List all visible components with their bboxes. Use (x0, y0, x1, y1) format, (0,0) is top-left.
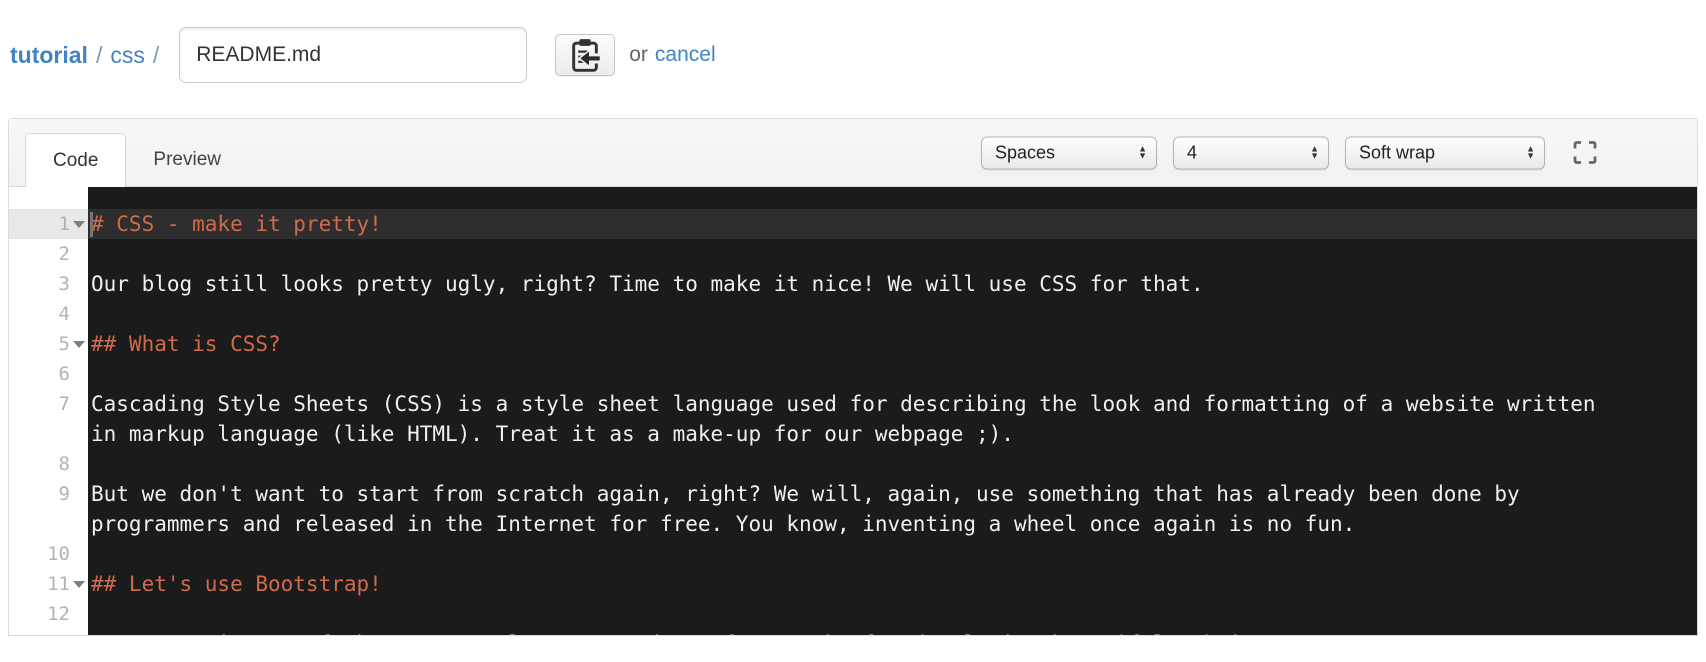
line-gutter[interactable]: 12 (9, 599, 88, 629)
editor-line: 3 Our blog still looks pretty ugly, righ… (9, 269, 1697, 299)
line-number[interactable]: 9 (59, 483, 70, 505)
code-line[interactable]: # CSS - make it pretty! (88, 209, 1697, 239)
editor-top-padding (9, 187, 1697, 209)
line-gutter[interactable]: 10 (9, 539, 88, 569)
line-number[interactable]: 7 (59, 393, 70, 415)
code-line[interactable]: Cascading Style Sheets (CSS) is a style … (88, 389, 1697, 449)
editor-line: 7 Cascading Style Sheets (CSS) is a styl… (9, 389, 1697, 449)
fold-arrow-icon[interactable] (73, 341, 85, 348)
line-gutter[interactable]: 8 (9, 449, 88, 479)
copy-path-button[interactable] (555, 34, 616, 76)
line-gutter[interactable]: 9 (9, 479, 88, 539)
breadcrumb-separator: / (95, 41, 103, 68)
line-gutter[interactable]: 13 (9, 629, 88, 635)
indent-mode-select[interactable]: Spaces ▲ ▼ (981, 136, 1157, 169)
code-line[interactable] (88, 239, 1697, 269)
line-gutter[interactable]: 7 (9, 389, 88, 449)
wrap-mode-select[interactable]: Soft wrap ▲ ▼ (1345, 136, 1545, 169)
editor-tabbar: Code Preview Spaces ▲ ▼ 4 ▲ ▼ Soft wrap ▲ ▼ (9, 119, 1697, 187)
code-line[interactable]: Bootstrap is one of the most popular HTM… (88, 629, 1697, 635)
editor-line: 8 (9, 449, 1697, 479)
breadcrumb-dir-link[interactable]: css (110, 42, 145, 69)
editor-line: 12 (9, 599, 1697, 629)
up-down-arrows-icon: ▲ ▼ (1138, 143, 1147, 161)
line-gutter[interactable]: 5 (9, 329, 88, 359)
line-number[interactable]: 5 (59, 333, 70, 355)
screen-full-icon (1571, 139, 1599, 167)
line-number[interactable]: 11 (47, 573, 70, 595)
line-number[interactable]: 3 (59, 273, 70, 295)
editor-line: 2 (9, 239, 1697, 269)
or-text: or (629, 43, 648, 66)
line-gutter[interactable]: 6 (9, 359, 88, 389)
line-number[interactable]: 12 (47, 603, 70, 625)
code-line[interactable]: But we don't want to start from scratch … (88, 479, 1697, 539)
fullscreen-button[interactable] (1569, 137, 1601, 169)
code-line[interactable]: ## Let's use Bootstrap! (88, 569, 1697, 599)
editor-lines: 1 # CSS - make it pretty! 2 3 Our blog s… (9, 187, 1697, 635)
cancel-link[interactable]: cancel (655, 43, 716, 67)
editor-line: 13 Bootstrap is one of the most popular … (9, 629, 1697, 635)
filename-input[interactable] (179, 27, 528, 83)
indent-size-value: 4 (1187, 142, 1198, 162)
code-text: ## Let's use Bootstrap! (91, 572, 382, 596)
tab-code[interactable]: Code (25, 133, 127, 187)
breadcrumb-repo-link[interactable]: tutorial (10, 42, 88, 69)
code-line[interactable]: Our blog still looks pretty ugly, right?… (88, 269, 1697, 299)
code-text: Bootstrap is one of the most popular HTM… (91, 629, 1608, 635)
code-line[interactable] (88, 359, 1697, 389)
line-number[interactable]: 10 (47, 543, 70, 565)
file-editor-panel: Code Preview Spaces ▲ ▼ 4 ▲ ▼ Soft wrap ▲ ▼ (8, 118, 1698, 636)
editor-line: 9 But we don't want to start from scratc… (9, 479, 1697, 539)
code-line[interactable] (88, 539, 1697, 569)
code-text: # CSS - make it pretty! (91, 212, 382, 236)
clipboard-arrow-icon (570, 38, 600, 72)
fold-arrow-icon[interactable] (73, 221, 85, 228)
code-text: Cascading Style Sheets (CSS) is a style … (91, 392, 1609, 446)
line-number[interactable]: 1 (59, 213, 70, 235)
up-down-arrows-icon: ▲ ▼ (1526, 143, 1535, 161)
line-gutter[interactable]: 11 (9, 569, 88, 599)
up-down-arrows-icon: ▲ ▼ (1310, 143, 1319, 161)
editor-line: 11 ## Let's use Bootstrap! (9, 569, 1697, 599)
line-number[interactable]: 6 (59, 363, 70, 385)
wrap-mode-value: Soft wrap (1359, 142, 1436, 162)
line-gutter[interactable]: 4 (9, 299, 88, 329)
editor-line: 10 (9, 539, 1697, 569)
code-line[interactable] (88, 599, 1697, 629)
indent-mode-value: Spaces (995, 142, 1056, 162)
editor-line: 5 ## What is CSS? (9, 329, 1697, 359)
line-gutter[interactable]: 2 (9, 239, 88, 269)
code-line[interactable] (88, 449, 1697, 479)
code-editor: 1 # CSS - make it pretty! 2 3 Our blog s… (9, 187, 1697, 635)
code-text: Our blog still looks pretty ugly, right?… (91, 272, 1204, 296)
code-line[interactable]: ## What is CSS? (88, 329, 1697, 359)
file-header: tutorial / css / or cancel (10, 26, 1706, 84)
breadcrumb-separator: / (152, 41, 160, 68)
line-number[interactable]: 2 (59, 243, 70, 265)
editor-line: 6 (9, 359, 1697, 389)
editor-line: 4 (9, 299, 1697, 329)
editor-line: 1 # CSS - make it pretty! (9, 209, 1697, 239)
text-cursor (90, 212, 93, 237)
editor-toolbar: Spaces ▲ ▼ 4 ▲ ▼ Soft wrap ▲ ▼ (981, 136, 1601, 169)
fold-arrow-icon[interactable] (73, 581, 85, 588)
line-number[interactable]: 13 (47, 633, 70, 635)
indent-size-select[interactable]: 4 ▲ ▼ (1173, 136, 1329, 169)
line-gutter[interactable]: 1 (9, 209, 88, 239)
code-text: ## What is CSS? (91, 332, 281, 356)
line-number[interactable]: 8 (59, 453, 70, 475)
line-number[interactable]: 4 (59, 303, 70, 325)
code-text: But we don't want to start from scratch … (91, 482, 1533, 536)
code-line[interactable] (88, 299, 1697, 329)
line-gutter[interactable]: 3 (9, 269, 88, 299)
tab-preview[interactable]: Preview (126, 133, 248, 186)
